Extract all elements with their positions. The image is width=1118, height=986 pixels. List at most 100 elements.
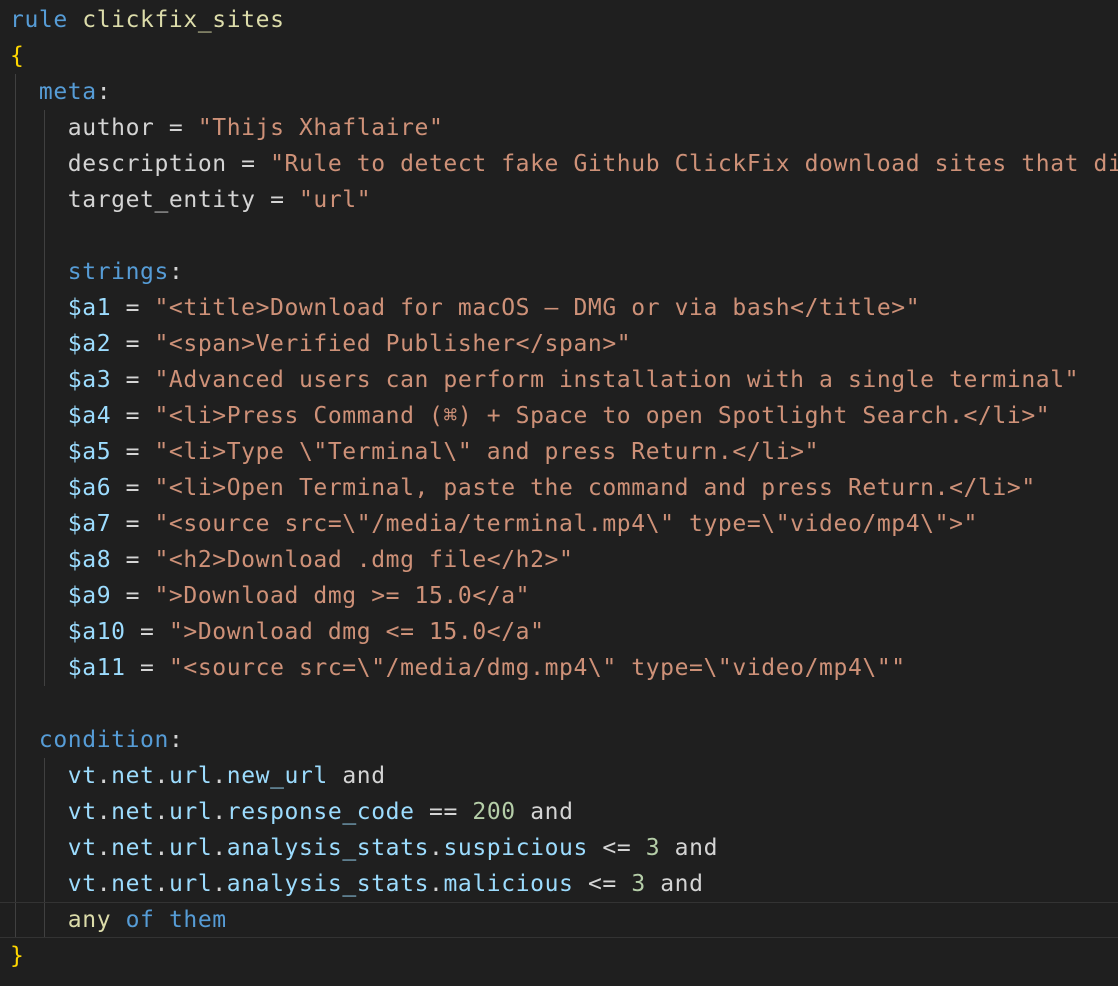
indent-guide: [15, 830, 16, 866]
indent-guide: [15, 326, 16, 362]
indent-guide: [15, 758, 16, 794]
string-value: "<li>Type \"Terminal\" and press Return.…: [154, 439, 820, 465]
meta-value: "Thijs Xhaflaire": [197, 115, 444, 141]
code-line-rule: rule clickfix_sites: [0, 2, 1118, 38]
indent-guide: [44, 650, 45, 686]
condition-path-segment: new_url: [226, 763, 328, 789]
indent-guide: [15, 110, 16, 146]
condition-path-segment: vt: [67, 871, 97, 897]
indent-guide: [15, 722, 16, 758]
colon: :: [96, 79, 112, 105]
meta-value: "url": [298, 187, 372, 213]
code-line-condition-entry: vt.net.url.analysis_stats.suspicious <= …: [0, 830, 1118, 866]
string-value: "<span>Verified Publisher</span>": [154, 331, 632, 357]
string-id: $a10: [67, 619, 126, 645]
string-value: "<source src=\"/media/terminal.mp4\" typ…: [154, 511, 978, 537]
indent-guide: [15, 434, 16, 470]
indent-guide: [15, 542, 16, 578]
string-value: "<li>Open Terminal, paste the command an…: [154, 475, 1036, 501]
dot: .: [96, 799, 112, 825]
code-line-string-entry: $a7 = "<source src=\"/media/terminal.mp4…: [0, 506, 1118, 542]
indent-guide: [44, 830, 45, 866]
condition-path-segment: url: [168, 799, 213, 825]
condition-path-segment: url: [168, 871, 213, 897]
condition-path-segment: vt: [67, 835, 97, 861]
meta-key: author: [67, 115, 155, 141]
of-keyword: of: [125, 907, 155, 933]
and-keyword: and: [674, 835, 719, 861]
code-line-meta-entry: description = "Rule to detect fake Githu…: [0, 146, 1118, 182]
indent-guide: [44, 146, 45, 182]
indent-guide: [44, 254, 45, 290]
open-brace: {: [10, 43, 25, 69]
code-line-meta-entry: target_entity = "url": [0, 182, 1118, 218]
indent-guide: [15, 254, 16, 290]
condition-path-segment: suspicious: [443, 835, 588, 861]
indent-guide: [15, 146, 16, 182]
dot: .: [154, 763, 169, 789]
colon: :: [168, 727, 184, 753]
meta-value: "Rule to detect fake Github ClickFix dow…: [270, 151, 1118, 177]
any-keyword: any: [67, 907, 112, 933]
code-line-string-entry: $a8 = "<h2>Download .dmg file</h2>": [0, 542, 1118, 578]
dot: .: [429, 871, 444, 897]
dot: .: [154, 871, 169, 897]
indent-guide: [44, 542, 45, 578]
indent-guide: [15, 470, 16, 506]
indent-guide: [44, 506, 45, 542]
code-line-condition-entry: vt.net.url.analysis_stats.malicious <= 3…: [0, 866, 1118, 902]
indent-guide: [15, 903, 16, 937]
string-id: $a6: [67, 475, 112, 501]
dot: .: [154, 799, 169, 825]
indent-guide: [15, 686, 16, 722]
code-line-string-entry: $a1 = "<title>Download for macOS – DMG o…: [0, 290, 1118, 326]
indent-guide: [44, 398, 45, 434]
indent-guide: [44, 470, 45, 506]
string-id: $a2: [67, 331, 112, 357]
and-keyword: and: [530, 799, 574, 825]
indent-guide: [15, 794, 16, 830]
indent-guide: [15, 362, 16, 398]
indent-guide: [15, 218, 16, 254]
code-line-meta: meta:: [0, 74, 1118, 110]
indent-guide: [44, 218, 45, 254]
dot: .: [212, 763, 227, 789]
code-line-condition-entry: vt.net.url.new_url and: [0, 758, 1118, 794]
dot: .: [429, 835, 444, 861]
indent-guide: [44, 326, 45, 362]
code-line-condition-entry: vt.net.url.response_code == 200 and: [0, 794, 1118, 830]
condition-path-segment: vt: [67, 799, 97, 825]
indent-guide: [44, 434, 45, 470]
operator: <=: [602, 835, 632, 861]
string-value: ">Download dmg <= 15.0</a": [168, 619, 545, 645]
code-editor[interactable]: rule clickfix_sites { meta: author = "Thi…: [0, 0, 1118, 986]
number-literal: 200: [472, 799, 516, 825]
condition-section: condition: [38, 727, 169, 753]
code-line-string-entry: $a4 = "<li>Press Command (⌘) + Space to …: [0, 398, 1118, 434]
dot: .: [212, 799, 227, 825]
indent-guide: [15, 398, 16, 434]
condition-path-segment: net: [111, 799, 155, 825]
condition-path-segment: net: [111, 871, 155, 897]
string-value: "<h2>Download .dmg file</h2>": [154, 547, 574, 573]
indent-guide: [44, 866, 45, 902]
code-line-strings: strings:: [0, 254, 1118, 290]
close-brace: }: [10, 943, 25, 969]
indent-guide: [15, 650, 16, 686]
string-value: "Advanced users can perform installation…: [154, 367, 1080, 393]
string-id: $a7: [67, 511, 112, 537]
condition-path-segment: url: [168, 763, 213, 789]
code-line-meta-entry: author = "Thijs Xhaflaire": [0, 110, 1118, 146]
condition-path-segment: url: [168, 835, 213, 861]
rule-keyword: rule: [10, 7, 68, 33]
indent-guide: [44, 614, 45, 650]
condition-path-segment: response_code: [226, 799, 415, 825]
indent-guide: [44, 794, 45, 830]
code-line-string-entry: $a2 = "<span>Verified Publisher</span>": [0, 326, 1118, 362]
meta-key: target_entity: [67, 187, 256, 213]
condition-path-segment: net: [111, 835, 155, 861]
dot: .: [96, 763, 112, 789]
rule-name: clickfix_sites: [82, 7, 285, 33]
string-value: "<li>Press Command (⌘) + Space to open S…: [154, 403, 1051, 429]
indent-guide: [15, 866, 16, 902]
